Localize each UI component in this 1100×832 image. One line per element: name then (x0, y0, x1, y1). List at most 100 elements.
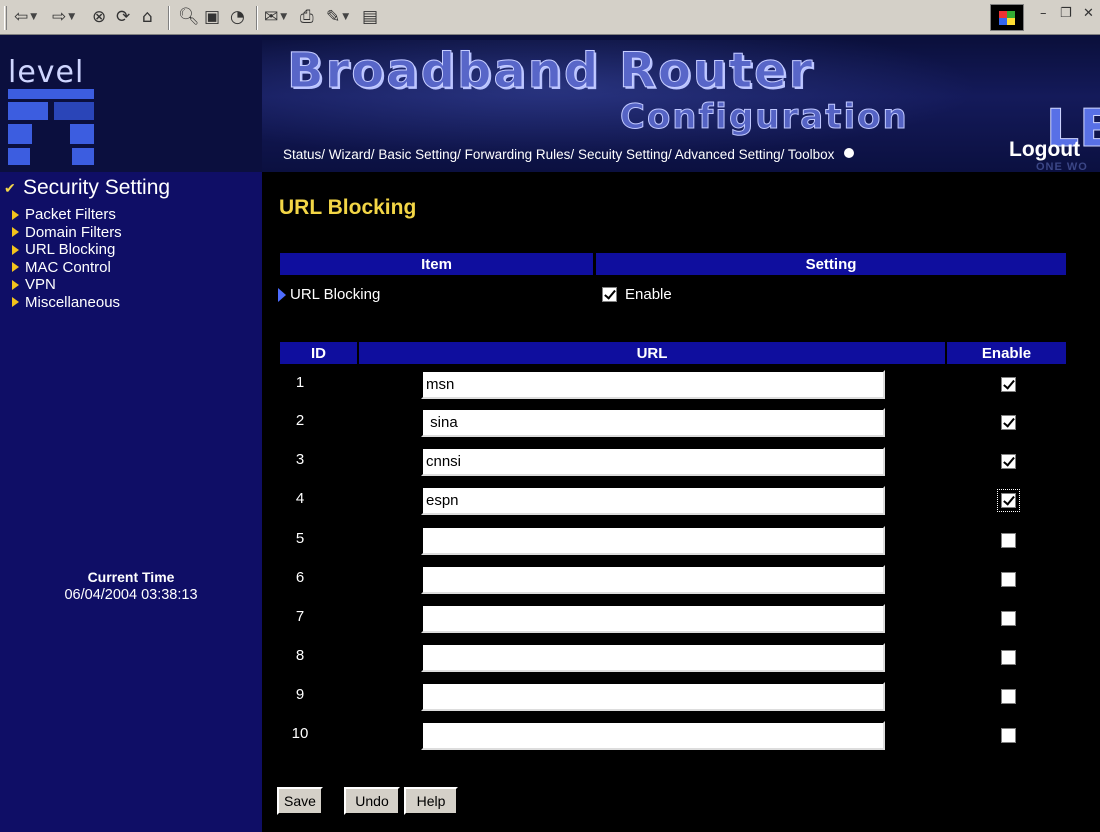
table-row: 3 cnnsi (280, 443, 1070, 481)
enable-label: Enable (625, 286, 672, 303)
row-id: 4 (295, 490, 305, 507)
table-row: 8 (280, 639, 1070, 677)
url-input[interactable]: msn (421, 370, 885, 399)
table-row: 7 (280, 600, 1070, 638)
close-icon[interactable]: ✕ (1083, 6, 1094, 21)
toolbar-separator (168, 6, 170, 30)
url-enable-checkbox[interactable] (1001, 689, 1016, 704)
url-input[interactable] (421, 643, 885, 672)
browser-toolbar: ⇦ ▼ ⇨ ▼ ⊗ ⟳ ⌂ 🔍︎ ▣ ◔ ✉ ▼ ⎙ ✎ ▼ ▤ – ❐ ✕ (0, 0, 1100, 35)
url-enable-checkbox[interactable] (1001, 533, 1016, 548)
url-input[interactable] (421, 721, 885, 750)
url-enable-checkbox[interactable] (997, 489, 1020, 512)
back-icon[interactable]: ⇦ ▼ (14, 5, 37, 29)
sidebar-menu: Packet Filters Domain Filters URL Blocki… (12, 206, 122, 311)
arrow-right-icon (12, 297, 19, 308)
refresh-icon[interactable]: ⟳ (116, 5, 130, 29)
sidebar-item-domain-filters[interactable]: Domain Filters (12, 224, 122, 242)
row-id: 9 (295, 686, 305, 703)
print-icon[interactable]: ⎙ (300, 5, 314, 29)
forward-icon[interactable]: ⇨ ▼ (52, 5, 75, 29)
column-header-id: ID (280, 342, 357, 364)
sidebar-item-miscellaneous[interactable]: Miscellaneous (12, 294, 122, 312)
top-nav: Status/ Wizard/ Basic Setting/ Forwardin… (283, 147, 858, 162)
url-input[interactable] (421, 565, 885, 594)
favorites-icon[interactable]: ▣ (204, 5, 220, 29)
main-content: URL Blocking Item Setting URL Blocking E… (262, 172, 1100, 832)
row-id: 1 (295, 374, 305, 391)
column-header-item: Item (280, 253, 593, 275)
table-row: 2 sina (280, 404, 1070, 442)
logout-link[interactable]: Logout (1009, 138, 1080, 162)
home-icon[interactable]: ⌂ (142, 5, 153, 29)
url-enable-checkbox[interactable] (1001, 728, 1016, 743)
brand-title: Broadband Router (286, 43, 815, 100)
page-title: URL Blocking (279, 196, 417, 219)
sidebar-item-label: MAC Control (25, 258, 111, 276)
sidebar-item-label: Miscellaneous (25, 293, 121, 311)
row-id: 7 (295, 608, 305, 625)
nav-wizard[interactable]: Wizard/ (329, 147, 375, 162)
row-id: 2 (295, 412, 305, 429)
checkmark-icon: ✔ (4, 180, 16, 196)
toolbar-separator (256, 6, 258, 30)
url-input[interactable] (421, 526, 885, 555)
discuss-icon[interactable]: ▤ (362, 5, 378, 29)
toolbar-grip[interactable] (4, 6, 7, 30)
sidebar-item-label: URL Blocking (25, 241, 116, 258)
search-icon[interactable]: 🔍︎ (178, 5, 200, 29)
url-enable-checkbox[interactable] (1001, 650, 1016, 665)
nav-toolbox[interactable]: Toolbox (788, 147, 835, 162)
nav-forwarding-rules[interactable]: Forwarding Rules/ (465, 147, 575, 162)
minimize-icon[interactable]: – (1040, 6, 1047, 21)
sidebar-item-label: VPN (25, 276, 56, 293)
save-button[interactable]: Save (277, 787, 323, 815)
url-input[interactable]: espn (421, 486, 885, 515)
nav-security-setting[interactable]: Secuity Setting/ (578, 147, 672, 162)
url-input[interactable] (421, 682, 885, 711)
row-id: 3 (295, 451, 305, 468)
restore-icon[interactable]: ❐ (1060, 6, 1072, 21)
table-row: 6 (280, 561, 1070, 599)
arrow-right-icon (12, 227, 19, 238)
mail-icon[interactable]: ✉ ▼ (264, 5, 287, 29)
nav-advanced-setting[interactable]: Advanced Setting/ (675, 147, 785, 162)
stop-icon[interactable]: ⊗ (92, 5, 106, 29)
url-blocking-enable-checkbox[interactable] (602, 287, 617, 302)
column-header-enable: Enable (947, 342, 1066, 364)
table-row: 1 msn (280, 366, 1070, 404)
column-header-url: URL (359, 342, 945, 364)
url-input[interactable] (421, 604, 885, 633)
sidebar-item-url-blocking[interactable]: URL Blocking (12, 241, 122, 259)
history-icon[interactable]: ◔ (230, 5, 245, 29)
sidebar-item-vpn[interactable]: VPN (12, 276, 122, 294)
url-enable-checkbox[interactable] (1001, 377, 1016, 392)
url-enable-checkbox[interactable] (1001, 572, 1016, 587)
url-input[interactable]: cnnsi (421, 447, 885, 476)
sidebar-item-mac-control[interactable]: MAC Control (12, 259, 122, 277)
current-time-label: Current Time (87, 569, 175, 585)
arrow-right-icon (12, 262, 19, 273)
nav-status[interactable]: Status/ (283, 147, 325, 162)
table-row: 4 espn (280, 482, 1070, 520)
edit-icon[interactable]: ✎ ▼ (326, 5, 349, 29)
url-input[interactable]: sina (421, 408, 885, 437)
arrow-right-icon (278, 287, 286, 302)
row-id: 10 (291, 725, 309, 742)
help-button[interactable]: Help (404, 787, 458, 815)
url-enable-checkbox[interactable] (1001, 611, 1016, 626)
logo-blocks-icon (8, 89, 94, 169)
table-row: 9 (280, 678, 1070, 716)
sidebar-title-label: Security Setting (23, 176, 171, 199)
sidebar-item-packet-filters[interactable]: Packet Filters (12, 206, 122, 224)
url-enable-checkbox[interactable] (1001, 454, 1016, 469)
logo-area: level (0, 35, 262, 172)
current-time-value: 06/04/2004 03:38:13 (64, 587, 198, 603)
column-header-setting: Setting (596, 253, 1066, 275)
arrow-right-icon (12, 209, 19, 220)
windows-logo-icon (990, 4, 1024, 31)
nav-basic-setting[interactable]: Basic Setting/ (378, 147, 461, 162)
url-blocking-enable: Enable (602, 286, 672, 303)
url-enable-checkbox[interactable] (1001, 415, 1016, 430)
undo-button[interactable]: Undo (344, 787, 400, 815)
